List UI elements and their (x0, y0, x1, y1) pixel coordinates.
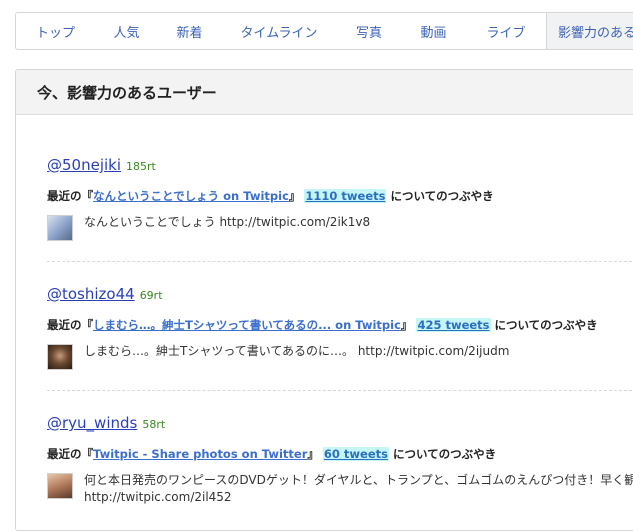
tweet: 何と本日発売のワンピースのDVDゲット！ダイヤルと、トランプと、ゴムゴムのえんぴ… (47, 472, 633, 506)
tab-videos[interactable]: 動画 (401, 13, 466, 49)
recent-topic-line: 最近の『しまむら…。紳士Tシャツって書いてあるの... on Twitpic』 … (47, 317, 633, 333)
user-entry: @50nejiki 185rt 最近の『なんということでしょう on Twitp… (47, 156, 633, 241)
recent-mid: 』 (307, 447, 319, 461)
divider (47, 261, 633, 262)
tweet-text: なんということでしょう http://twitpic.com/2ik1v8 (84, 214, 370, 241)
recent-mid: 』 (288, 189, 301, 203)
topic-link[interactable]: Twitpic - Share photos on Twitter (93, 447, 307, 461)
rt-count: 185rt (126, 160, 156, 173)
user-handle-link[interactable]: @50nejiki (47, 156, 121, 174)
tweet-count-link[interactable]: 425 tweets (416, 318, 491, 332)
nav-tabs: トップ 人気 新着 タイムライン 写真 動画 ライブ 影響力のある (15, 12, 633, 50)
topic-link[interactable]: しまむら…。紳士Tシャツって書いてあるの... on Twitpic (93, 318, 401, 332)
rt-count: 58rt (142, 418, 166, 431)
tweet: しまむら…。紳士Tシャツって書いてあるのに…。 http://twitpic.c… (47, 343, 633, 370)
tweet-line: http://twitpic.com/2il452 (84, 490, 232, 504)
tab-top[interactable]: トップ (16, 13, 95, 49)
tab-timeline[interactable]: タイムライン (221, 13, 337, 49)
tweet-line: なんということでしょう http://twitpic.com/2ik1v8 (84, 215, 371, 229)
tweet: なんということでしょう http://twitpic.com/2ik1v8 (47, 214, 633, 241)
rt-count: 69rt (139, 289, 163, 302)
user-entry: @toshizo44 69rt 最近の『しまむら…。紳士Tシャツって書いてあるの… (47, 285, 633, 370)
tweet-text: 何と本日発売のワンピースのDVDゲット！ダイヤルと、トランプと、ゴムゴムのえんぴ… (84, 472, 633, 506)
recent-suffix: についてのつぶやき (393, 447, 497, 461)
tab-live[interactable]: ライブ (466, 13, 546, 49)
recent-prefix: 最近の『 (47, 447, 93, 461)
avatar[interactable] (47, 473, 73, 499)
recent-mid: 』 (400, 318, 413, 332)
recent-topic-line: 最近の『Twitpic - Share photos on Twitter』 6… (47, 446, 633, 462)
tweet-text: しまむら…。紳士Tシャツって書いてあるのに…。 http://twitpic.c… (84, 343, 509, 370)
recent-topic-line: 最近の『なんということでしょう on Twitpic』 1110 tweets … (47, 188, 633, 204)
influential-users-panel: 今、影響力のあるユーザー @50nejiki 185rt 最近の『なんということ… (15, 69, 633, 531)
tweet-line: しまむら…。紳士Tシャツって書いてあるのに…。 http://twitpic.c… (84, 344, 510, 358)
tab-influential[interactable]: 影響力のある (546, 13, 633, 49)
divider (47, 390, 633, 391)
user-handle-link[interactable]: @ryu_winds (47, 414, 137, 432)
tweet-count-link[interactable]: 1110 tweets (304, 189, 387, 203)
recent-suffix: についてのつぶやき (494, 318, 598, 332)
user-entry: @ryu_winds 58rt 最近の『Twitpic - Share phot… (47, 414, 633, 506)
avatar[interactable] (47, 215, 73, 241)
recent-suffix: についてのつぶやき (390, 189, 494, 203)
tweet-line: 何と本日発売のワンピースのDVDゲット！ダイヤルと、トランプと、ゴムゴムのえんぴ… (84, 473, 633, 487)
tab-photos[interactable]: 写真 (337, 13, 401, 49)
user-handle-link[interactable]: @toshizo44 (47, 285, 135, 303)
tab-popular[interactable]: 人気 (95, 13, 158, 49)
tab-new[interactable]: 新着 (158, 13, 221, 49)
recent-prefix: 最近の『 (47, 189, 93, 203)
avatar[interactable] (47, 344, 73, 370)
tweet-count-link[interactable]: 60 tweets (322, 447, 389, 461)
section-title: 今、影響力のあるユーザー (16, 70, 633, 115)
topic-link[interactable]: なんということでしょう on Twitpic (93, 189, 289, 203)
recent-prefix: 最近の『 (47, 318, 93, 332)
